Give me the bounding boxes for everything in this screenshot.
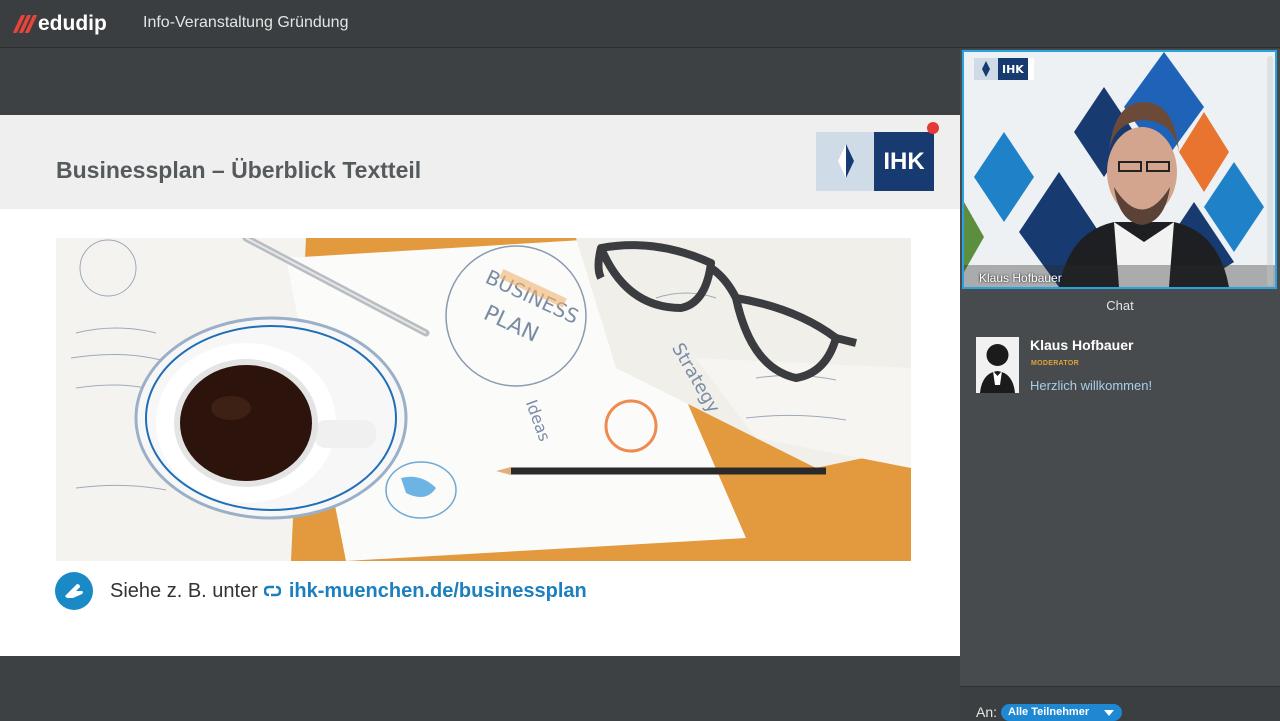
chat-message: Klaus Hofbauer MODERATOR Herzlich willko… bbox=[976, 337, 1266, 397]
presenter-name: Klaus Hofbauer bbox=[979, 271, 1062, 285]
presenter-video-frame-icon: IHK bbox=[964, 52, 1275, 287]
chat-message-author: Klaus Hofbauer bbox=[1030, 337, 1134, 353]
video-scrollbar[interactable] bbox=[1267, 56, 1273, 286]
edudip-logo-icon bbox=[12, 15, 38, 33]
edudip-logo[interactable]: edudip bbox=[12, 10, 107, 38]
ihk-logo: IHK bbox=[816, 132, 934, 191]
business-plan-photo-icon: BUSINESS PLAN Strategy Ideas bbox=[56, 238, 911, 561]
slide-header: Businessplan – Überblick Textteil IHK bbox=[0, 115, 960, 209]
event-title: Info-Veranstaltung Gründung bbox=[143, 14, 349, 31]
chat-message-role-badge: MODERATOR bbox=[1031, 360, 1079, 367]
recording-indicator-icon bbox=[927, 122, 939, 134]
side-panel: IHK Klaus Hofbauer Chat Klaus Hofbauer M… bbox=[960, 49, 1280, 721]
slide-photo: BUSINESS PLAN Strategy Ideas bbox=[56, 238, 911, 561]
hand-pointer-icon bbox=[55, 572, 93, 610]
ihk-logo-text: IHK bbox=[874, 132, 934, 191]
moderator-avatar-icon bbox=[976, 337, 1019, 393]
link-row: Siehe z. B. unter ihk-muenchen.de/busine… bbox=[55, 572, 587, 610]
recipient-select[interactable]: Alle Teilnehmer bbox=[1001, 704, 1122, 721]
business-plan-link[interactable]: ihk-muenchen.de/businessplan bbox=[263, 579, 587, 603]
slide-title: Businessplan – Überblick Textteil bbox=[56, 157, 422, 183]
top-bar: edudip Info-Veranstaltung Gründung bbox=[0, 0, 1280, 48]
recipient-value: Alle Teilnehmer bbox=[1008, 706, 1090, 718]
chat-composer: An: Alle Teilnehmer bbox=[960, 686, 1280, 721]
link-prefix: Siehe z. B. unter bbox=[110, 579, 258, 602]
presentation-stage: Businessplan – Überblick Textteil IHK BU… bbox=[0, 49, 960, 720]
ihk-diamond-icon bbox=[838, 144, 854, 178]
slide: Businessplan – Überblick Textteil IHK BU… bbox=[0, 115, 960, 656]
chat-message-text: Herzlich willkommen! bbox=[1030, 378, 1153, 393]
link-arrow-icon bbox=[263, 585, 281, 597]
video-ihk-logo-text: IHK bbox=[1002, 63, 1024, 76]
link-url-text: ihk-muenchen.de/businessplan bbox=[288, 579, 587, 602]
brand-name: edudip bbox=[38, 12, 107, 35]
presenter-video[interactable]: IHK Klaus Hofbauer bbox=[962, 50, 1277, 289]
chat-title: Chat bbox=[1106, 298, 1134, 313]
chevron-down-icon bbox=[1104, 710, 1114, 716]
recipient-label: An: bbox=[976, 704, 998, 720]
